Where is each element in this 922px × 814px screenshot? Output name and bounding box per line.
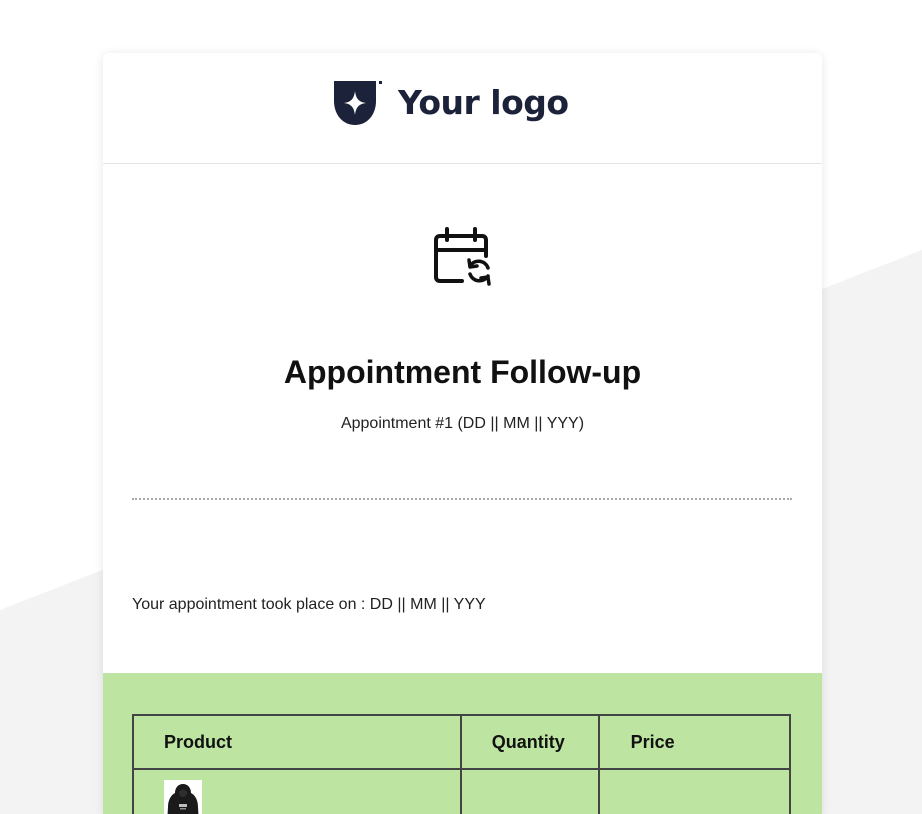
column-header-quantity: Quantity bbox=[459, 714, 600, 770]
products-section: Product Quantity Price bbox=[103, 673, 822, 814]
brand-logo[interactable]: Your logo bbox=[332, 77, 569, 129]
email-card: Your logo Appointment Follow-up Appointm… bbox=[103, 53, 822, 814]
column-header-price: Price bbox=[597, 714, 792, 770]
dotted-divider bbox=[132, 498, 792, 500]
quantity-cell bbox=[459, 768, 600, 814]
page-title: Appointment Follow-up bbox=[283, 354, 642, 390]
hoodie-product-thumbnail[interactable] bbox=[164, 780, 202, 814]
table-header-row: Product Quantity Price bbox=[132, 714, 792, 770]
calendar-sync-icon bbox=[434, 227, 491, 286]
email-header: Your logo bbox=[103, 53, 822, 164]
product-cell bbox=[132, 768, 462, 814]
column-header-product: Product bbox=[132, 714, 462, 770]
appointment-subtitle: Appointment #1 (DD || MM || YYY) bbox=[340, 415, 585, 432]
appointment-date-text: Your appointment took place on : DD || M… bbox=[132, 596, 486, 613]
price-cell bbox=[597, 768, 792, 814]
products-table: Product Quantity Price bbox=[132, 714, 792, 814]
table-row bbox=[132, 768, 792, 814]
star-shield-logo-icon bbox=[334, 81, 382, 125]
logo-text: Your logo bbox=[398, 82, 569, 122]
